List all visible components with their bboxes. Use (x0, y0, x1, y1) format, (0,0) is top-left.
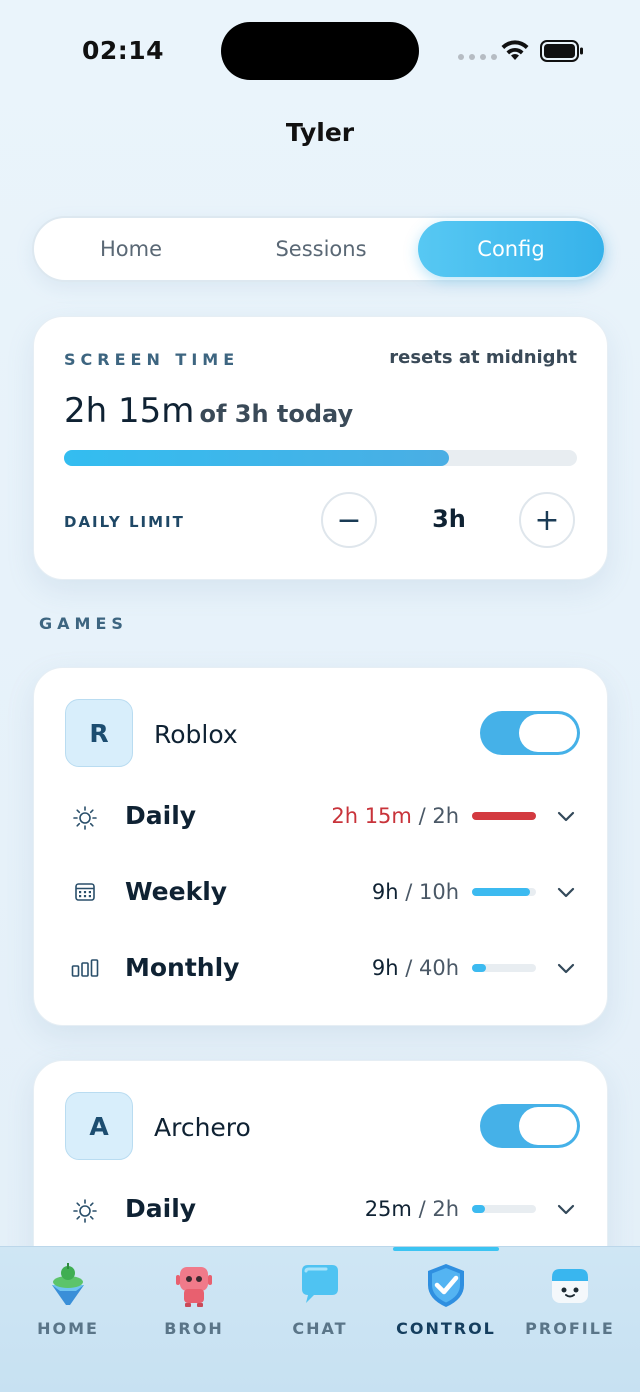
segmented-tabs: Home Sessions Config (32, 216, 606, 282)
chevron-down-icon[interactable] (556, 961, 576, 975)
limit-used: 25m (364, 1197, 412, 1221)
nav-item-profile[interactable]: PROFILE (506, 1247, 634, 1392)
screen-time-progress-fill (64, 450, 449, 466)
game-name: Archero (154, 1113, 251, 1142)
limit-bar-daily (472, 1205, 536, 1213)
tab-home[interactable]: Home (38, 221, 224, 277)
tab-config[interactable]: Config (418, 221, 604, 277)
limit-max: 10h (418, 880, 459, 904)
limit-label-daily: Daily (125, 801, 197, 830)
limit-label-monthly: Monthly (125, 953, 240, 982)
cube-face-icon (552, 1269, 588, 1303)
limit-bar-weekly (472, 888, 536, 896)
signal-dots-icon (458, 54, 497, 60)
limit-value-daily: 2h 15m / 2h (299, 804, 459, 828)
limit-used: 9h (371, 880, 399, 904)
game-card-roblox: R Roblox Daily 2h 15m / 2h Weekly 9h / 1… (33, 667, 608, 1026)
nav-item-home[interactable]: HOME (4, 1247, 132, 1392)
wifi-icon (501, 40, 529, 60)
active-nav-indicator (393, 1247, 499, 1251)
bottom-nav: HOME BROH CHAT CONTROL PROFILE (0, 1246, 640, 1392)
chevron-down-icon[interactable] (556, 809, 576, 823)
nav-label: CONTROL (396, 1319, 496, 1338)
screen-time-card: SCREEN TIME resets at midnight 2h 15m of… (33, 316, 608, 580)
page-title: Tyler (285, 118, 355, 147)
limit-value-daily: 25m / 2h (299, 1197, 459, 1221)
limit-bar-daily (472, 812, 536, 820)
limit-bar-fill (472, 812, 536, 820)
limit-separator: / (418, 804, 426, 828)
limit-max: 40h (418, 956, 459, 980)
limit-max: 2h (432, 804, 459, 828)
screen-time-summary: 2h 15m of 3h today (64, 391, 353, 431)
nav-label: HOME (37, 1319, 99, 1338)
limit-bar-fill (472, 888, 530, 896)
screen-time-label: SCREEN TIME (64, 350, 240, 369)
game-name: Roblox (154, 720, 238, 749)
limit-label-daily: Daily (125, 1194, 197, 1223)
daily-limit-value: 3h (432, 505, 466, 533)
calendar-icon (75, 883, 95, 901)
limit-max: 2h (432, 1197, 459, 1221)
limit-bar-monthly (472, 964, 536, 972)
limit-value-weekly: 9h / 10h (299, 880, 459, 904)
screen-time-progress (64, 450, 577, 466)
chevron-down-icon[interactable] (556, 885, 576, 899)
limit-separator: / (418, 1197, 426, 1221)
status-time: 02:14 (82, 36, 165, 65)
nav-label: PROFILE (525, 1319, 615, 1338)
limit-separator: / (405, 880, 413, 904)
limit-bar-fill (472, 964, 487, 972)
bar-chart-icon (71, 959, 99, 977)
dynamic-island (221, 22, 419, 80)
game-avatar: A (65, 1092, 133, 1160)
shield-check-icon (428, 1264, 464, 1307)
game-enabled-toggle[interactable] (480, 1104, 580, 1148)
chat-bubble-icon (302, 1265, 338, 1303)
robot-icon (176, 1267, 212, 1307)
tab-sessions[interactable]: Sessions (228, 221, 414, 277)
nav-item-broh[interactable]: BROH (130, 1247, 258, 1392)
nav-item-control[interactable]: CONTROL (382, 1247, 510, 1392)
nav-item-chat[interactable]: CHAT (256, 1247, 384, 1392)
game-avatar: R (65, 699, 133, 767)
sun-icon (73, 806, 97, 830)
limit-label-weekly: Weekly (125, 877, 228, 906)
island-icon (52, 1263, 84, 1305)
limit-value-monthly: 9h / 40h (299, 956, 459, 980)
reset-note: resets at midnight (389, 347, 577, 368)
limit-bar-fill (472, 1205, 486, 1213)
limit-used: 2h 15m (331, 804, 412, 828)
decrease-limit-button[interactable]: − (321, 492, 377, 548)
sun-icon (73, 1199, 97, 1223)
nav-label: CHAT (292, 1319, 348, 1338)
daily-limit-label: DAILY LIMIT (64, 513, 185, 531)
time-used: 2h 15m (64, 391, 195, 431)
games-section-label: GAMES (39, 614, 128, 633)
time-of-limit: of 3h today (199, 400, 354, 428)
battery-icon (540, 40, 583, 62)
chevron-down-icon[interactable] (556, 1202, 576, 1216)
limit-separator: / (405, 956, 413, 980)
increase-limit-button[interactable]: + (519, 492, 575, 548)
nav-label: BROH (164, 1319, 224, 1338)
game-enabled-toggle[interactable] (480, 711, 580, 755)
limit-used: 9h (371, 956, 399, 980)
